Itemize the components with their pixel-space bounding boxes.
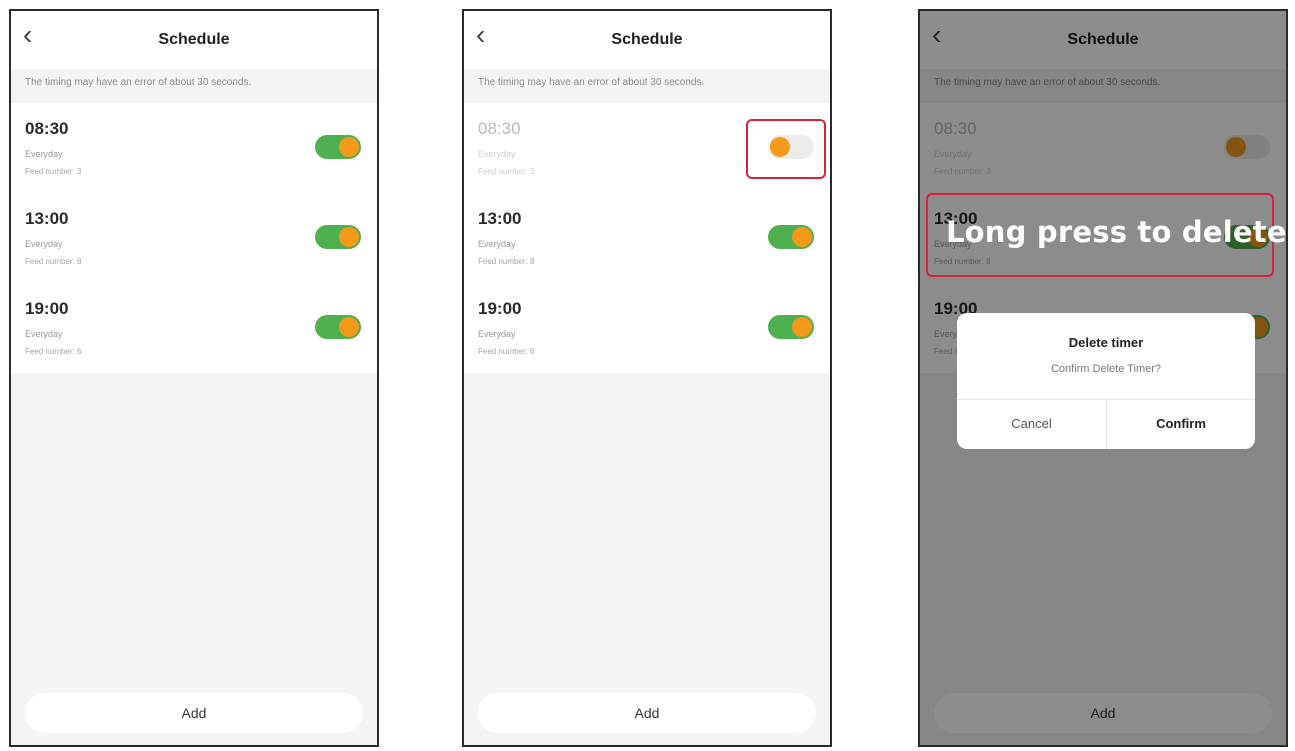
timer-feed-number: Feed number: 3	[25, 167, 82, 176]
timer-time: 13:00	[25, 209, 69, 228]
cancel-button[interactable]: Cancel	[957, 399, 1106, 449]
timer-feed-number: Feed number: 6	[478, 347, 535, 356]
timer-time: 13:00	[478, 209, 522, 228]
timer-time: 08:30	[478, 119, 521, 138]
timer-toggle[interactable]	[768, 315, 814, 339]
timer-row[interactable]: 19:00 Everyday Feed number: 6	[11, 283, 377, 373]
timer-feed-number: Feed number: 3	[478, 167, 535, 176]
toggle-knob	[792, 227, 812, 247]
timer-toggle[interactable]	[315, 135, 361, 159]
phone-screen-3: ‹ Schedule The timing may have an error …	[918, 9, 1288, 747]
timer-list: 08:30 Everyday Feed number: 3 13:00 Ever…	[11, 103, 377, 373]
timer-feed-number: Feed number: 8	[478, 257, 535, 266]
timer-feed-number: Feed number: 8	[25, 257, 82, 266]
long-press-annotation: Long press to delete	[946, 215, 1287, 249]
timer-repeat: Everyday	[25, 239, 63, 249]
toggle-knob	[339, 227, 359, 247]
timer-time: 19:00	[25, 299, 69, 318]
timer-toggle[interactable]	[768, 225, 814, 249]
confirm-button[interactable]: Confirm	[1107, 399, 1255, 449]
header: ‹ Schedule	[464, 11, 830, 69]
toggle-knob	[339, 317, 359, 337]
timer-repeat: Everyday	[25, 149, 63, 159]
timer-time: 19:00	[478, 299, 522, 318]
toggle-highlight-box	[746, 119, 826, 179]
delete-timer-dialog: Delete timer Confirm Delete Timer? Cance…	[957, 313, 1255, 449]
toggle-knob	[339, 137, 359, 157]
dialog-message: Confirm Delete Timer?	[1050, 363, 1162, 375]
timer-feed-number: Feed number: 6	[25, 347, 82, 356]
timer-repeat: Everyday	[478, 149, 516, 159]
toggle-knob	[792, 317, 812, 337]
page-title: Schedule	[158, 31, 230, 48]
timer-row[interactable]: 19:00 Everyday Feed number: 6	[464, 283, 830, 373]
phone-screen-2: ‹ Schedule The timing may have an error …	[462, 9, 832, 747]
timer-repeat: Everyday	[478, 239, 516, 249]
timer-repeat: Everyday	[478, 329, 516, 339]
timing-notice: The timing may have an error of about 30…	[25, 77, 252, 88]
timer-toggle[interactable]	[315, 315, 361, 339]
phone-screen-1: ‹ Schedule The timing may have an error …	[9, 9, 379, 747]
header: ‹ Schedule	[11, 11, 377, 69]
timer-row[interactable]: 13:00 Everyday Feed number: 8	[464, 193, 830, 283]
timer-row[interactable]: 13:00 Everyday Feed number: 8	[11, 193, 377, 283]
timing-notice: The timing may have an error of about 30…	[478, 77, 705, 88]
add-timer-button[interactable]: Add	[478, 693, 816, 733]
add-timer-button[interactable]: Add	[25, 693, 363, 733]
page-title: Schedule	[611, 31, 683, 48]
timer-time: 08:30	[25, 119, 69, 138]
timer-toggle[interactable]	[315, 225, 361, 249]
dialog-title: Delete timer	[1068, 335, 1144, 350]
timer-repeat: Everyday	[25, 329, 63, 339]
timer-row[interactable]: 08:30 Everyday Feed number: 3	[11, 103, 377, 193]
